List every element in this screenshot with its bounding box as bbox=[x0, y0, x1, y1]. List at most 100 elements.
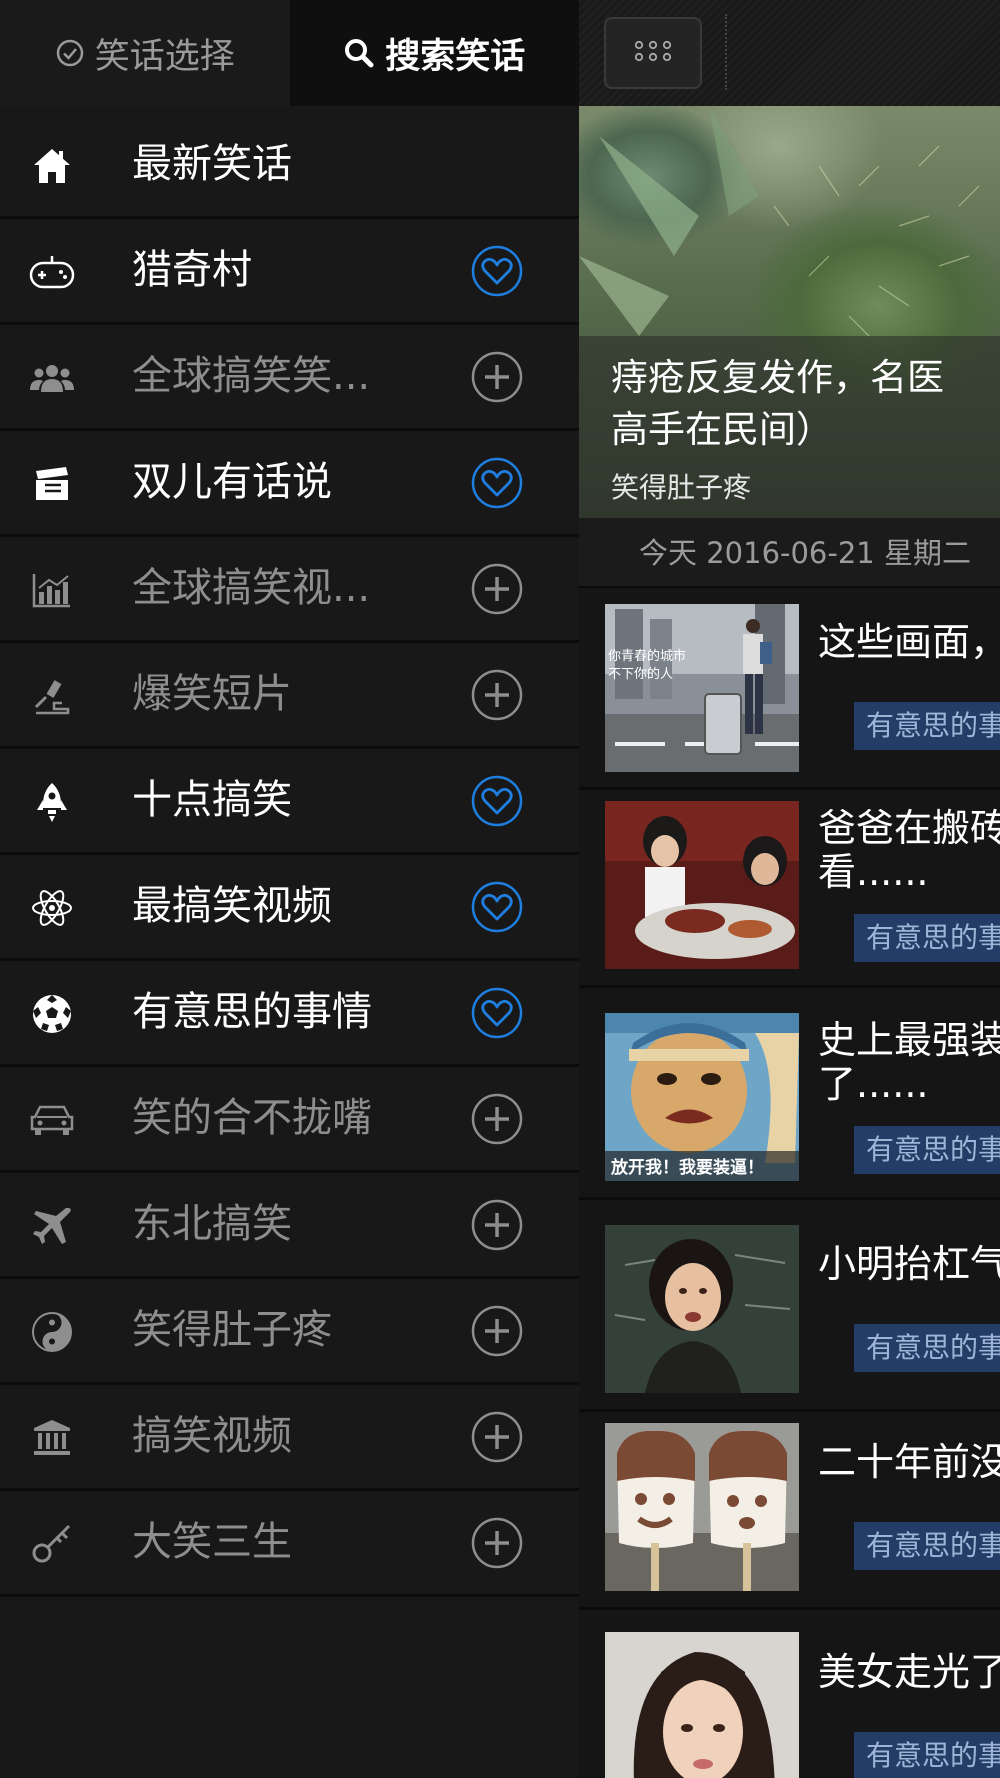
favorite-heart-button[interactable] bbox=[471, 775, 523, 827]
clapperboard-icon bbox=[28, 462, 76, 506]
menu-item[interactable]: 笑的合不拢嘴 bbox=[0, 1067, 579, 1173]
menu-item-label: 有意思的事情 bbox=[132, 989, 372, 1035]
news-item[interactable]: 爸爸在搬砖 看...... 有意思的事 bbox=[579, 788, 1000, 988]
yin-yang-icon bbox=[28, 1310, 76, 1354]
content-topbar bbox=[579, 0, 1000, 106]
svg-text:不下你的人: 不下你的人 bbox=[608, 666, 673, 682]
news-title: 小明抬杠气 bbox=[818, 1242, 1000, 1286]
news-thumbnail: 你青春的城市 不下你的人 bbox=[605, 604, 799, 772]
menu-item-label: 全球搞笑笑... bbox=[132, 353, 371, 399]
car-icon bbox=[28, 1098, 76, 1142]
menu-item-label: 最新笑话 bbox=[132, 141, 292, 187]
menu-item-label: 最搞笑视频 bbox=[132, 883, 332, 929]
menu-item-label: 全球搞笑视... bbox=[132, 565, 371, 611]
menu-item[interactable]: 笑得肚子疼 bbox=[0, 1279, 579, 1385]
home-icon bbox=[28, 144, 76, 188]
menu-item[interactable]: 十点搞笑 bbox=[0, 749, 579, 855]
menu-item-label: 笑的合不拢嘴 bbox=[132, 1095, 372, 1141]
menu-item-label: 猎奇村 bbox=[132, 247, 252, 293]
menu-item[interactable]: 最搞笑视频 bbox=[0, 855, 579, 961]
news-item[interactable]: 小明抬杠气有意思的事 bbox=[579, 1212, 1000, 1412]
news-title: 史上最强装 了...... bbox=[818, 1018, 1000, 1106]
menu-item-label: 大笑三生 bbox=[132, 1519, 292, 1565]
favorite-heart-button[interactable] bbox=[471, 245, 523, 297]
menu-item[interactable]: 大笑三生 bbox=[0, 1491, 579, 1597]
date-text: 今天 2016-06-21 星期二 bbox=[639, 536, 971, 570]
menu-item[interactable]: 全球搞笑笑... bbox=[0, 325, 579, 431]
news-title: 爸爸在搬砖 看...... bbox=[818, 806, 1000, 894]
key-icon bbox=[28, 1522, 76, 1566]
hero-banner[interactable]: 痔疮反复发作，名医 高手在民间） 笑得肚子疼 bbox=[579, 106, 1000, 518]
add-channel-button[interactable] bbox=[471, 1411, 523, 1463]
favorite-heart-button[interactable] bbox=[471, 457, 523, 509]
tab-joke-search[interactable]: 搜索笑话 bbox=[289, 0, 579, 106]
menu-item[interactable]: 双儿有话说 bbox=[0, 431, 579, 537]
add-channel-button[interactable] bbox=[471, 669, 523, 721]
menu-item[interactable]: 爆笑短片 bbox=[0, 643, 579, 749]
favorite-heart-button[interactable] bbox=[471, 987, 523, 1039]
news-thumbnail: 放开我！我要装逼！ bbox=[605, 1013, 799, 1181]
add-channel-button[interactable] bbox=[471, 1517, 523, 1569]
news-thumbnail bbox=[605, 1225, 799, 1393]
menu-item[interactable]: 搞笑视频 bbox=[0, 1385, 579, 1491]
news-tag[interactable]: 有意思的事 bbox=[854, 702, 1000, 750]
news-tag[interactable]: 有意思的事 bbox=[854, 914, 1000, 962]
menu-item-label: 双儿有话说 bbox=[132, 459, 332, 505]
menu-item[interactable]: 有意思的事情 bbox=[0, 961, 579, 1067]
topbar-divider bbox=[725, 14, 727, 90]
menu-item[interactable]: 全球搞笑视... bbox=[0, 537, 579, 643]
grid-menu-button[interactable] bbox=[604, 17, 702, 89]
add-channel-button[interactable] bbox=[471, 351, 523, 403]
bar-chart-icon bbox=[28, 568, 76, 612]
news-item[interactable]: 美女走光了有意思的事 bbox=[579, 1620, 1000, 1778]
menu-item-label: 搞笑视频 bbox=[132, 1413, 292, 1459]
favorite-heart-button[interactable] bbox=[471, 881, 523, 933]
tab-joke-search-label: 搜索笑话 bbox=[385, 36, 526, 77]
news-thumbnail bbox=[605, 1632, 799, 1778]
channel-menu: 最新笑话猎奇村全球搞笑笑... 双儿有话说全球搞笑视... 爆笑短片十点搞笑最搞笑视… bbox=[0, 113, 579, 1597]
svg-text:你青春的城市: 你青春的城市 bbox=[608, 648, 686, 664]
news-title: 美女走光了 bbox=[818, 1650, 1000, 1694]
add-channel-button[interactable] bbox=[471, 563, 523, 615]
soccer-ball-icon bbox=[28, 992, 76, 1036]
lab-icon bbox=[28, 674, 76, 718]
news-item[interactable]: 放开我！我要装逼！ 史上最强装 了...... 有意思的事 bbox=[579, 1000, 1000, 1200]
search-icon bbox=[343, 37, 375, 69]
hero-title: 痔疮反复发作，名医 高手在民间） bbox=[611, 356, 944, 451]
news-item[interactable]: 你青春的城市 不下你的人 这些画面， 有意思的事 bbox=[579, 590, 1000, 790]
news-item[interactable]: 二十年前没有意思的事 bbox=[579, 1410, 1000, 1610]
side-drawer: 笑话选择 搜索笑话 最新笑话猎奇村全球搞笑笑... 双儿有话说全球搞笑视... 爆笑… bbox=[0, 0, 579, 1778]
news-thumbnail bbox=[605, 801, 799, 969]
add-channel-button[interactable] bbox=[471, 1305, 523, 1357]
gamepad-icon bbox=[28, 250, 76, 294]
news-tag[interactable]: 有意思的事 bbox=[854, 1522, 1000, 1570]
add-channel-button[interactable] bbox=[471, 1093, 523, 1145]
menu-item[interactable]: 东北搞笑 bbox=[0, 1173, 579, 1279]
drawer-tabs: 笑话选择 搜索笑话 bbox=[0, 0, 579, 106]
main-content: 痔疮反复发作，名医 高手在民间） 笑得肚子疼 今天 2016-06-21 星期二… bbox=[579, 0, 1000, 1778]
news-tag[interactable]: 有意思的事 bbox=[854, 1324, 1000, 1372]
add-channel-button[interactable] bbox=[471, 1199, 523, 1251]
menu-item-label: 东北搞笑 bbox=[132, 1201, 292, 1247]
tab-joke-select[interactable]: 笑话选择 bbox=[0, 0, 290, 106]
menu-item-label: 爆笑短片 bbox=[132, 671, 292, 717]
airplane-icon bbox=[28, 1204, 76, 1248]
news-title: 二十年前没 bbox=[818, 1440, 1000, 1484]
menu-item[interactable]: 猎奇村 bbox=[0, 219, 579, 325]
date-bar: 今天 2016-06-21 星期二 bbox=[579, 518, 1000, 588]
grid-dots-icon bbox=[633, 40, 673, 66]
check-circle-icon bbox=[55, 38, 85, 68]
bank-icon bbox=[28, 1416, 76, 1460]
news-tag[interactable]: 有意思的事 bbox=[854, 1732, 1000, 1778]
svg-text:放开我！我要装逼！: 放开我！我要装逼！ bbox=[610, 1157, 764, 1178]
rocket-icon bbox=[28, 780, 76, 824]
users-icon bbox=[28, 356, 76, 400]
menu-item-label: 笑得肚子疼 bbox=[132, 1307, 332, 1353]
menu-item[interactable]: 最新笑话 bbox=[0, 113, 579, 219]
atom-icon bbox=[28, 886, 76, 930]
menu-item-label: 十点搞笑 bbox=[132, 777, 292, 823]
news-thumbnail bbox=[605, 1423, 799, 1591]
news-tag[interactable]: 有意思的事 bbox=[854, 1126, 1000, 1174]
news-title: 这些画面， bbox=[818, 620, 1000, 664]
hero-source: 笑得肚子疼 bbox=[611, 471, 752, 504]
